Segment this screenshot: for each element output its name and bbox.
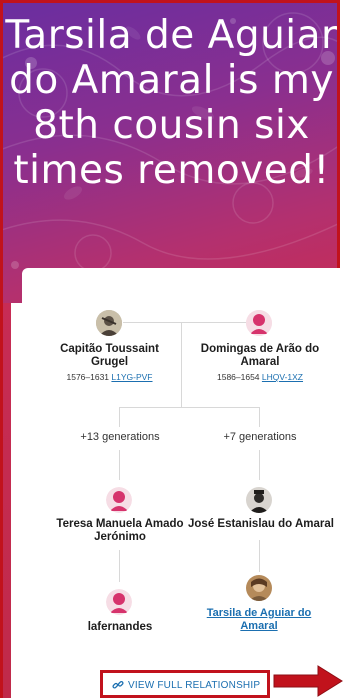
female-person-icon <box>246 310 272 336</box>
ancestor-left-dates: 1576–1631 L1YG-PVF <box>52 372 167 382</box>
ancestor-left-id-link[interactable]: L1YG-PVF <box>111 372 152 382</box>
ancestor-right-id-link[interactable]: LHQV-1XZ <box>262 372 303 382</box>
right-descendant-name[interactable]: José Estanislau do Amaral <box>188 518 334 531</box>
relationship-headline: Tarsila de Aguiar do Amaral is my 8th co… <box>5 13 338 193</box>
user-name: lafernandes <box>87 621 153 633</box>
right-branch-line-3 <box>259 540 260 572</box>
left-descendant-name[interactable]: Teresa Manuela Amado Jerónimo <box>50 518 190 544</box>
cousin-name-link[interactable]: Tarsila de Aguiar do Amaral <box>195 607 323 633</box>
portrait-icon <box>246 487 272 513</box>
hero-banner: Tarsila de Aguiar do Amaral is my 8th co… <box>3 3 338 303</box>
left-branch-line-1 <box>119 407 120 427</box>
right-branch-line-2 <box>259 450 260 480</box>
portrait-icon <box>246 575 272 601</box>
ancestor-left-name[interactable]: Capitão Toussaint Grugel <box>52 343 167 369</box>
ancestor-right-avatar[interactable] <box>246 310 272 336</box>
card-left-border <box>3 303 11 698</box>
ancestor-left-photo[interactable] <box>96 310 122 336</box>
female-person-icon <box>106 487 132 513</box>
female-person-icon <box>106 589 132 615</box>
user-avatar[interactable] <box>106 589 132 615</box>
ancestor-couple-line <box>123 322 246 323</box>
right-branch-line-1 <box>259 407 260 427</box>
branch-split-line <box>119 407 260 408</box>
view-full-relationship-label: VIEW FULL RELATIONSHIP <box>128 679 261 691</box>
ancestor-right-name[interactable]: Domingas de Arão do Amaral <box>195 343 325 369</box>
ancestor-right-dates: 1586–1654 LHQV-1XZ <box>195 372 325 382</box>
right-arrow-icon <box>273 665 343 697</box>
right-descendant-photo[interactable] <box>246 487 272 513</box>
right-generations-label: +7 generations <box>223 431 297 443</box>
left-descendant-avatar[interactable] <box>106 487 132 513</box>
portrait-icon <box>96 310 122 336</box>
left-generations-label: +13 generations <box>80 431 160 443</box>
ancestor-right-years: 1586–1654 <box>216 372 260 382</box>
couple-drop-line <box>181 322 182 407</box>
left-branch-line-3 <box>119 550 120 582</box>
view-full-relationship-button[interactable]: VIEW FULL RELATIONSHIP <box>112 676 260 694</box>
link-chain-icon <box>112 680 124 689</box>
ancestor-left-years: 1576–1631 <box>66 372 110 382</box>
cousin-photo[interactable] <box>246 575 272 601</box>
left-branch-line-2 <box>119 450 120 480</box>
